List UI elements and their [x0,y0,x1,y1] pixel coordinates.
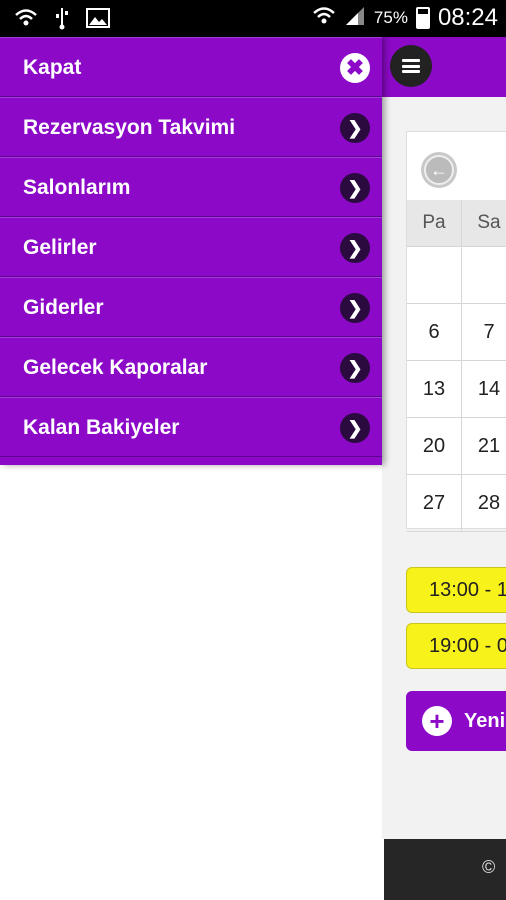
image-icon [86,8,110,33]
calendar-day[interactable]: 14 [462,361,506,417]
hamburger-icon [402,59,420,73]
chevron-right-icon: ❯ [340,353,370,383]
calendar-day[interactable]: 21 [462,418,506,474]
reservation-slot[interactable]: 19:00 - 0 [406,623,506,669]
drawer-item-salonlarim[interactable]: Salonlarım ❯ [0,157,382,217]
weekday-header: Sa [462,200,506,246]
calendar-day[interactable]: 20 [407,418,462,474]
calendar-day[interactable]: 6 [407,304,462,360]
clock: 08:24 [437,4,498,31]
drawer-item-label: Giderler [23,296,104,319]
weekday-header: Pa [407,200,462,246]
drawer-item-rezervasyon-takvimi[interactable]: Rezervasyon Takvimi ❯ [0,97,382,157]
drawer-item-gelecek-kaporalar[interactable]: Gelecek Kaporalar ❯ [0,337,382,397]
drawer-item-label: Salonlarım [23,176,131,199]
cell-signal-icon [344,5,366,32]
calendar-day[interactable]: 27 [407,475,462,531]
chevron-right-icon: ❯ [340,173,370,203]
calendar: ← Pa Sa 6 7 13 14 20 21 27 28 [406,131,506,532]
reservation-slot[interactable]: 13:00 - 1 [406,567,506,613]
status-bar: 75% 08:24 [0,0,506,37]
arrow-left-icon: ← [424,155,454,185]
drawer-item-kalan-bakiyeler[interactable]: Kalan Bakiyeler ❯ [0,397,382,457]
menu-button[interactable] [390,45,432,87]
calendar-day[interactable] [407,247,462,303]
drawer-item-label: Kalan Bakiyeler [23,416,180,439]
chevron-right-icon: ❯ [340,233,370,263]
calendar-day[interactable]: 28 [462,475,506,531]
calendar-week-row: 13 14 [407,361,506,418]
drawer-item-label: Rezervasyon Takvimi [23,116,236,139]
drawer-item-label: Gelirler [23,236,97,259]
battery-percent: 75% [373,8,408,27]
drawer-close-item[interactable]: Kapat ✖ [0,37,382,97]
calendar-week-row [407,247,506,304]
footer: © [384,839,506,900]
calendar-week-row: 27 28 [407,475,506,532]
drawer-item-label: Gelecek Kaporalar [23,356,208,379]
calendar-day[interactable] [462,247,506,303]
plus-icon: + [422,706,452,736]
calendar-day[interactable]: 13 [407,361,462,417]
drawer-close-label: Kapat [23,56,82,79]
copyright-text: © [482,857,496,877]
calendar-prev-button[interactable]: ← [421,152,457,188]
calendar-week-row: 20 21 [407,418,506,475]
usb-icon [54,6,70,35]
wifi-icon [14,7,38,34]
calendar-header-row: Pa Sa [407,200,506,247]
battery-icon [415,7,430,29]
new-reservation-button[interactable]: + Yeni [406,691,506,751]
close-icon[interactable]: ✖ [340,53,370,83]
calendar-day[interactable]: 7 [462,304,506,360]
wifi-signal-icon [312,5,336,32]
drawer-item-gelirler[interactable]: Gelirler ❯ [0,217,382,277]
side-drawer: Kapat ✖ Rezervasyon Takvimi ❯ Salonlarım… [0,37,382,465]
chevron-right-icon: ❯ [340,413,370,443]
chevron-right-icon: ❯ [340,113,370,143]
new-reservation-label: Yeni [464,709,506,732]
calendar-week-row: 6 7 [407,304,506,361]
chevron-right-icon: ❯ [340,293,370,323]
drawer-item-giderler[interactable]: Giderler ❯ [0,277,382,337]
calendar-grid: Pa Sa 6 7 13 14 20 21 27 28 [407,200,506,532]
